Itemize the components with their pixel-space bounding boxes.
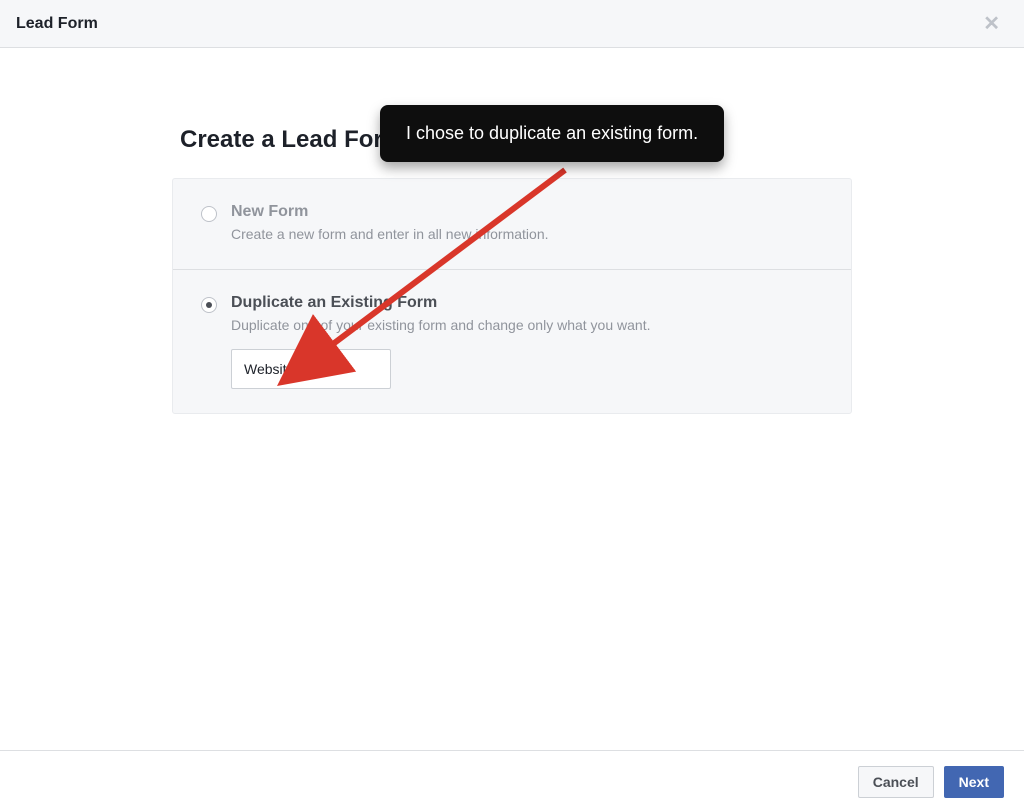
option-new-form-body: New Form Create a new form and enter in … (231, 203, 823, 245)
cancel-button[interactable]: Cancel (858, 766, 934, 798)
next-button[interactable]: Next (944, 766, 1004, 798)
modal-footer: Cancel Next (0, 750, 1024, 812)
radio-duplicate-form[interactable] (201, 297, 217, 313)
option-duplicate-desc: Duplicate one of your existing form and … (231, 316, 823, 336)
radio-new-form[interactable] (201, 206, 217, 222)
option-new-form-desc: Create a new form and enter in all new i… (231, 225, 823, 245)
option-new-form[interactable]: New Form Create a new form and enter in … (173, 179, 851, 269)
modal-body: Create a Lead Form New Form Create a new… (0, 48, 1024, 738)
option-duplicate-title: Duplicate an Existing Form (231, 294, 823, 312)
modal-header: Lead Form ✕ (0, 0, 1024, 48)
lead-form-section: Create a Lead Form New Form Create a new… (172, 48, 852, 414)
existing-form-select[interactable]: Website quote (231, 349, 391, 389)
option-duplicate-form[interactable]: Duplicate an Existing Form Duplicate one… (173, 269, 851, 414)
modal-title: Lead Form (16, 15, 98, 33)
section-heading: Create a Lead Form (180, 126, 852, 154)
form-options: New Form Create a new form and enter in … (172, 178, 852, 414)
close-icon[interactable]: ✕ (975, 7, 1008, 40)
option-duplicate-body: Duplicate an Existing Form Duplicate one… (231, 294, 823, 390)
option-new-form-title: New Form (231, 203, 823, 221)
existing-form-selected-value: Website quote (244, 361, 333, 377)
